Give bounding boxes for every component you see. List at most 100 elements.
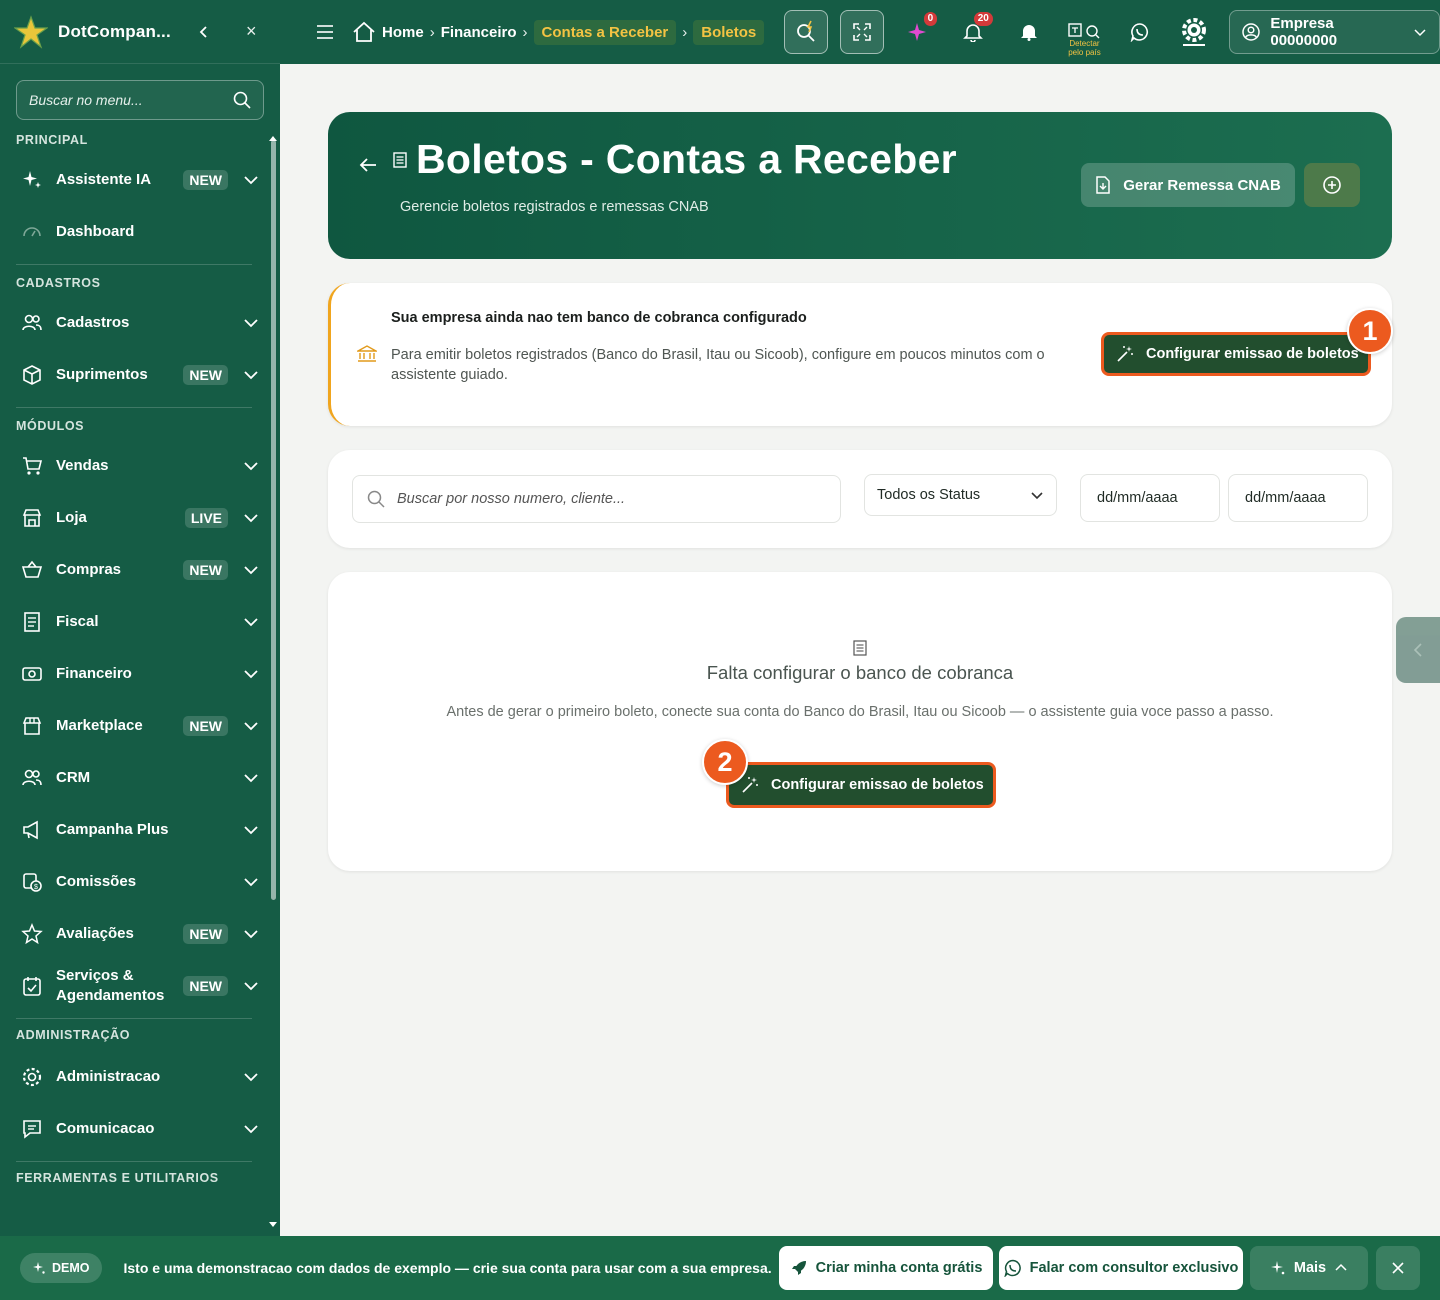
sidebar-item-label: Dashboard: [56, 223, 135, 240]
demo-badge: DEMO: [20, 1253, 102, 1283]
sidebar-item-campanha-plus[interactable]: Campanha Plus: [0, 804, 280, 856]
close-sidebar-icon[interactable]: ×: [246, 21, 257, 42]
back-arrow-icon[interactable]: [358, 156, 378, 174]
boleto-search[interactable]: [352, 475, 841, 523]
more-button[interactable]: Mais: [1250, 1246, 1368, 1290]
new-badge: NEW: [183, 976, 228, 996]
generate-cnab-button[interactable]: Gerar Remessa CNAB: [1081, 163, 1295, 207]
breadcrumb-financeiro[interactable]: Financeiro: [441, 24, 517, 41]
company-selector[interactable]: Empresa 00000000: [1229, 10, 1440, 54]
status-select-value: Todos os Status: [877, 487, 981, 503]
sidebar-item-label: Comunicacao: [56, 1120, 155, 1137]
sidebar-item-marketplace[interactable]: Marketplace NEW: [0, 700, 280, 752]
chevron-down-icon: [242, 821, 260, 839]
talk-consultant-label: Falar com consultor exclusivo: [1029, 1260, 1239, 1276]
sidebar-scrollbar[interactable]: [271, 140, 276, 900]
app-brand: DotCompan...: [58, 21, 171, 41]
sidebar-item-assistente-ia[interactable]: Assistente IA NEW: [0, 154, 280, 206]
sidebar-item-comissoes[interactable]: $ Comissões: [0, 856, 280, 908]
sidebar-item-fiscal[interactable]: Fiscal: [0, 596, 280, 648]
receipt-icon: [20, 610, 44, 634]
sidebar-item-comunicacao[interactable]: Comunicacao: [0, 1103, 280, 1155]
sidebar-item-avaliacoes[interactable]: Avaliações NEW: [0, 908, 280, 960]
sidebar-item-compras[interactable]: Compras NEW: [0, 544, 280, 596]
sidebar-item-vendas[interactable]: Vendas: [0, 440, 280, 492]
configure-boletos-label: Configurar emissao de boletos: [1146, 346, 1359, 362]
chevron-up-icon: [1334, 1261, 1348, 1275]
whatsapp-icon: [1003, 1259, 1022, 1277]
money-icon: [20, 662, 44, 686]
sidebar-item-cadastros[interactable]: Cadastros: [0, 297, 280, 349]
ai-assistant-button[interactable]: 0: [898, 10, 938, 54]
sidebar-item-loja[interactable]: Loja LIVE: [0, 492, 280, 544]
sidebar-item-label: Marketplace: [56, 717, 143, 734]
fullscreen-button[interactable]: [839, 10, 884, 54]
sidebar-item-financeiro[interactable]: Financeiro: [0, 648, 280, 700]
close-icon: [1391, 1261, 1405, 1275]
chevron-left-icon: [1412, 642, 1424, 658]
status-select[interactable]: Todos os Status: [864, 474, 1057, 516]
whatsapp-button[interactable]: [1120, 10, 1160, 54]
configure-boletos-button[interactable]: Configurar emissao de boletos: [1101, 332, 1371, 376]
side-panel-toggle[interactable]: [1396, 617, 1440, 683]
breadcrumb-home[interactable]: Home: [382, 24, 424, 41]
create-account-button[interactable]: Criar minha conta grátis: [779, 1246, 993, 1290]
sidebar-item-dashboard[interactable]: Dashboard: [0, 206, 280, 258]
sidebar: DotCompan... × PRINCIPAL Assistente IA N…: [0, 0, 280, 1236]
sparkle-icon: [20, 168, 44, 192]
talk-consultant-button[interactable]: Falar com consultor exclusivo: [999, 1246, 1243, 1290]
users-icon: [20, 311, 44, 335]
new-badge: NEW: [183, 716, 228, 736]
alerts-button[interactable]: [1009, 10, 1049, 54]
sidebar-item-label: Financeiro: [56, 665, 132, 682]
chevron-down-icon: [242, 1068, 260, 1086]
sidebar-item-crm[interactable]: CRM: [0, 752, 280, 804]
sidebar-item-servicos-agendamentos[interactable]: Serviços & Agendamentos NEW: [0, 960, 280, 1012]
sidebar-item-suprimentos[interactable]: Suprimentos NEW: [0, 349, 280, 401]
scroll-down-arrow[interactable]: [269, 1222, 277, 1227]
section-administracao: ADMINISTRAÇÃO: [16, 1028, 131, 1042]
chevron-down-icon: [242, 561, 260, 579]
close-banner-button[interactable]: [1376, 1246, 1420, 1290]
sidebar-item-label: Vendas: [56, 457, 109, 474]
boleto-search-input[interactable]: [397, 491, 826, 507]
bank-alert-card: Sua empresa ainda nao tem banco de cobra…: [328, 283, 1393, 426]
divider: [16, 1018, 252, 1019]
create-account-label: Criar minha conta grátis: [815, 1260, 983, 1276]
expand-icon: [852, 22, 872, 42]
detect-country-button[interactable]: Detectar pelo país: [1064, 10, 1104, 57]
star-logo-icon: [14, 14, 48, 49]
search-icon: [233, 91, 251, 109]
quick-search-button[interactable]: [784, 10, 828, 54]
cart-icon: [20, 454, 44, 478]
sidebar-search-input[interactable]: [29, 92, 233, 108]
date-from-field[interactable]: dd/mm/aaaa: [1080, 474, 1220, 522]
sidebar-item-administracao[interactable]: Administracao: [0, 1051, 280, 1103]
chevron-down-icon: [242, 509, 260, 527]
breadcrumb-separator: ›: [682, 23, 688, 41]
breadcrumb-contas-a-receber[interactable]: Contas a Receber: [533, 19, 677, 45]
add-boleto-button[interactable]: [1304, 163, 1360, 207]
home-icon[interactable]: [352, 20, 376, 44]
breadcrumb-boletos[interactable]: Boletos: [693, 19, 765, 45]
notifications-button[interactable]: 20: [953, 10, 993, 54]
demo-label: DEMO: [52, 1261, 90, 1275]
chevron-down-icon: [1413, 25, 1427, 39]
settings-button[interactable]: [1174, 10, 1214, 54]
company-name: Empresa 00000000: [1270, 15, 1338, 49]
chevron-down-icon: [242, 366, 260, 384]
chevron-down-icon: [242, 977, 260, 995]
rocket-icon: [790, 1259, 808, 1277]
sidebar-search[interactable]: [16, 80, 264, 120]
chevron-down-icon: [242, 171, 260, 189]
live-badge: LIVE: [184, 508, 228, 528]
document-icon: [392, 152, 408, 168]
collapse-sidebar-icon[interactable]: [196, 24, 212, 40]
configure-boletos-button[interactable]: Configurar emissao de boletos: [726, 762, 996, 808]
chevron-down-icon: [242, 717, 260, 735]
menu-hamburger-icon[interactable]: [316, 24, 334, 40]
sidebar-item-label: Compras: [56, 561, 122, 578]
empty-state-title: Falta configurar o banco de cobranca: [706, 662, 1014, 683]
date-to-field[interactable]: dd/mm/aaaa: [1228, 474, 1368, 522]
alert-text: Para emitir boletos registrados (Banco d…: [391, 347, 1045, 383]
